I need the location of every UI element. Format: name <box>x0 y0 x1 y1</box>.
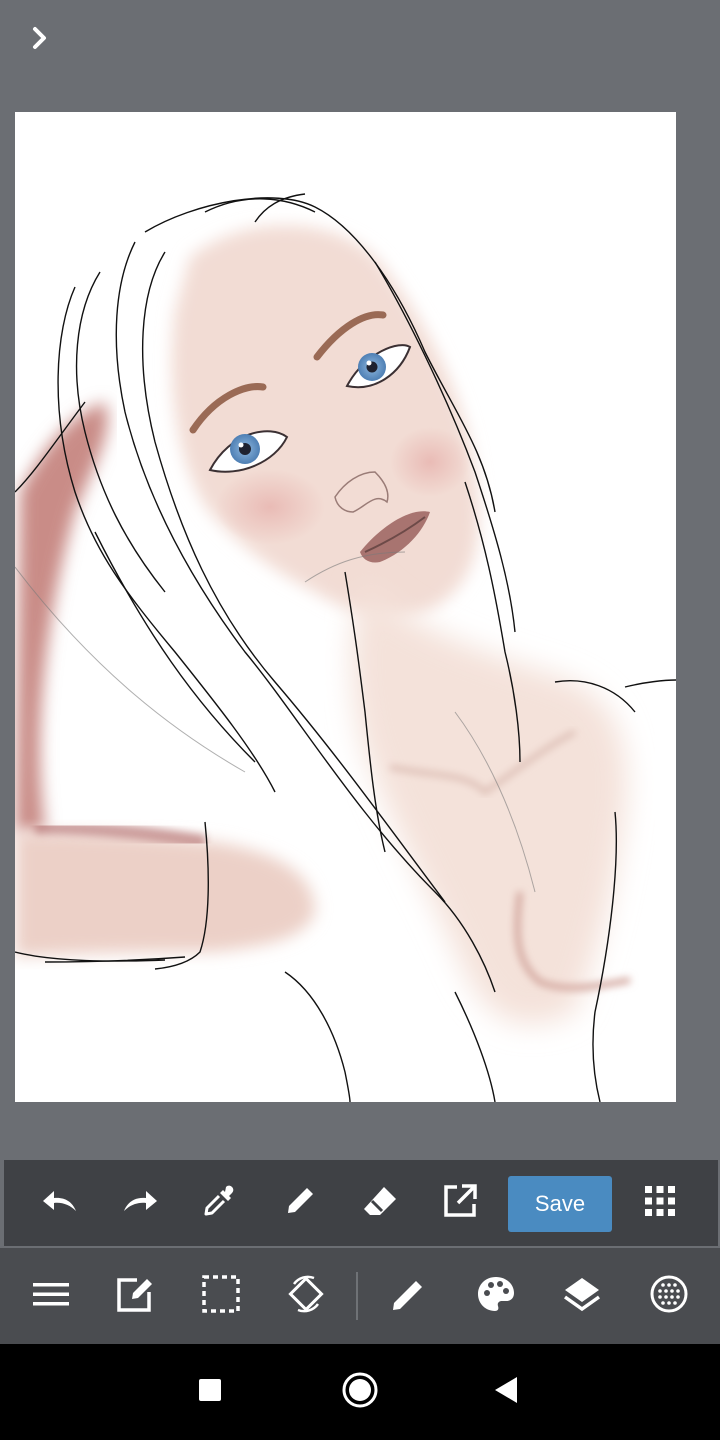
material-button[interactable] <box>649 1274 689 1319</box>
save-button[interactable]: Save <box>508 1176 612 1232</box>
material-icon <box>649 1274 689 1319</box>
layers-icon <box>562 1274 602 1319</box>
selection-button[interactable] <box>201 1274 241 1319</box>
layers-button[interactable] <box>562 1276 602 1316</box>
recents-icon <box>190 1370 230 1415</box>
eyedropper-button[interactable] <box>200 1183 240 1223</box>
menu-icon <box>31 1274 71 1319</box>
menu-button[interactable] <box>31 1276 71 1316</box>
export-icon <box>440 1181 480 1226</box>
edit-icon <box>115 1274 155 1319</box>
selection-icon <box>201 1274 241 1319</box>
eyedropper-icon <box>200 1181 240 1226</box>
redo-button[interactable] <box>120 1183 160 1223</box>
palette-icon <box>476 1274 516 1319</box>
palette-button[interactable] <box>476 1276 516 1316</box>
pen-tool-button[interactable] <box>280 1183 320 1223</box>
back-button[interactable] <box>486 1372 526 1412</box>
undo-button[interactable] <box>40 1183 80 1223</box>
home-icon <box>340 1370 380 1415</box>
rotate-button[interactable] <box>286 1274 326 1319</box>
export-button[interactable] <box>440 1183 480 1223</box>
recents-button[interactable] <box>190 1372 230 1412</box>
chevron-right-icon <box>28 26 52 55</box>
eraser-button[interactable] <box>360 1183 400 1223</box>
toolbar-divider <box>356 1272 358 1320</box>
grid-menu-icon <box>640 1181 680 1226</box>
redo-icon <box>120 1181 160 1226</box>
undo-icon <box>40 1181 80 1226</box>
drawing-canvas[interactable] <box>15 112 676 1102</box>
expand-panel-button[interactable] <box>22 22 58 58</box>
main-toolbar: Save <box>4 1160 718 1246</box>
edit-button[interactable] <box>115 1276 155 1316</box>
brush-icon <box>389 1274 429 1319</box>
back-icon <box>486 1370 526 1415</box>
home-button[interactable] <box>340 1372 380 1412</box>
eraser-icon <box>360 1181 400 1226</box>
system-navigation-bar <box>0 1344 720 1440</box>
pen-icon <box>280 1181 320 1226</box>
artwork <box>15 193 676 1102</box>
brush-button[interactable] <box>389 1276 429 1316</box>
bottom-toolbar <box>0 1248 720 1344</box>
rotate-icon <box>286 1274 326 1319</box>
grid-menu-button[interactable] <box>640 1183 680 1223</box>
